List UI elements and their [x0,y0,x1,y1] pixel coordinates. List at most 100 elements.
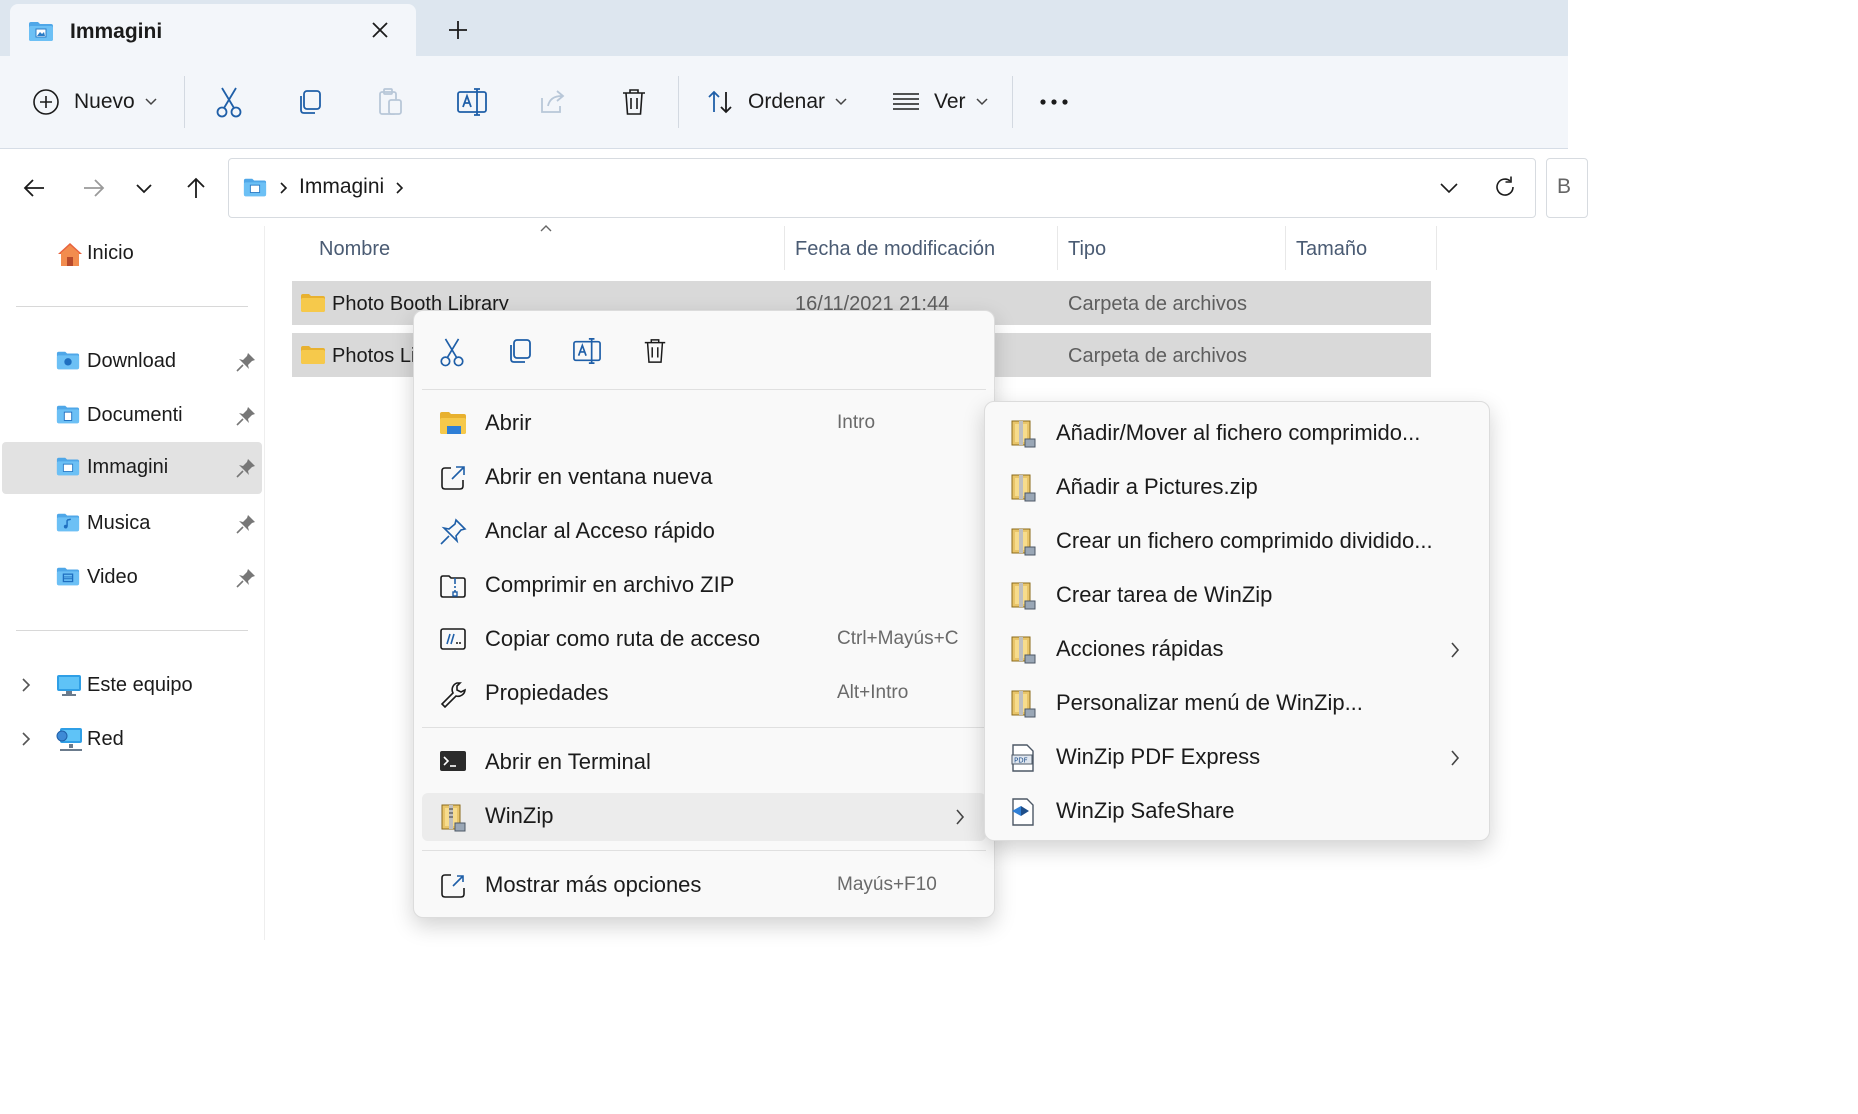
rename-button[interactable] [456,78,488,126]
refresh-icon[interactable] [1493,175,1517,199]
pin-icon[interactable] [236,352,256,372]
winzip-icon [1009,527,1037,557]
rename-icon [456,87,488,117]
menu-item-winzip[interactable]: WinZip [422,793,986,841]
address-bar[interactable]: Immagini [228,158,1536,218]
sidebar-item-immagini[interactable]: Immagini [2,442,262,494]
menu-item-compress-zip[interactable]: Comprimir en archivo ZIP [422,562,986,610]
expand-chevron-icon[interactable] [20,730,32,748]
submenu-item-label: Crear tarea de WinZip [1056,582,1273,607]
pin-icon[interactable] [236,458,256,478]
view-button[interactable]: Ver [892,78,988,126]
paste-icon [376,87,404,117]
pin-icon [439,518,467,546]
monitor-icon [56,673,82,697]
column-header-type[interactable]: Tipo [1068,238,1106,261]
menu-item-shortcut: Alt+Intro [837,682,909,703]
menu-item-open-terminal[interactable]: Abrir en Terminal [422,739,986,787]
winzip-icon [1009,689,1037,719]
sort-button[interactable]: Ordenar [706,78,847,126]
new-tab-plus-icon[interactable] [446,18,470,42]
menu-item-open-new-window[interactable]: Abrir en ventana nueva [422,454,986,502]
menu-item-label: Abrir [485,410,532,435]
tab-immagini[interactable]: Immagini [10,4,416,56]
column-header-name[interactable]: Nombre [319,238,390,261]
chevron-down-icon [835,98,847,106]
trash-icon[interactable] [642,337,670,365]
winzip-submenu: Añadir/Mover al fichero comprimido... Añ… [984,401,1490,841]
sidebar-item-video[interactable]: Video [0,552,262,604]
breadcrumb-chevron-icon[interactable] [279,181,289,195]
column-separator[interactable] [784,226,785,270]
share-button[interactable] [538,78,568,126]
back-arrow-icon[interactable] [22,176,46,200]
pin-icon[interactable] [236,406,256,426]
sidebar-item-musica[interactable]: Musica [0,498,262,550]
menu-item-copy-path[interactable]: Copiar como ruta de acceso Ctrl+Mayús+C [422,616,986,664]
pin-icon[interactable] [236,568,256,588]
expand-chevron-icon[interactable] [20,676,32,694]
search-input[interactable]: B [1546,158,1588,218]
copy-icon[interactable] [506,337,534,365]
address-history-chevron-icon[interactable] [1439,181,1459,195]
paste-button[interactable] [376,78,404,126]
up-arrow-icon[interactable] [184,176,208,200]
menu-item-properties[interactable]: Propiedades Alt+Intro [422,670,986,718]
file-name: Photos Li [332,345,416,367]
more-options-button[interactable] [1038,78,1070,126]
safeshare-icon [1009,797,1037,827]
menu-item-open[interactable]: Abrir Intro [422,400,986,448]
new-button[interactable]: Nuevo [32,78,157,126]
sidebar-item-documenti[interactable]: Documenti [0,390,262,442]
column-separator[interactable] [1285,226,1286,270]
copy-path-icon [439,626,467,652]
pictures-folder-icon [28,20,54,42]
submenu-item-safeshare[interactable]: WinZip SafeShare [993,787,1481,837]
context-menu: Abrir Intro Abrir en ventana nueva Ancla… [413,310,995,918]
copy-button[interactable] [296,78,324,126]
menu-divider [422,850,986,851]
submenu-item-split-archive[interactable]: Crear un fichero comprimido dividido... [993,517,1481,567]
submenu-item-quick-actions[interactable]: Acciones rápidas [993,625,1481,675]
sidebar-item-home[interactable]: Inicio [0,228,262,280]
column-separator[interactable] [1057,226,1058,270]
submenu-item-create-job[interactable]: Crear tarea de WinZip [993,571,1481,621]
submenu-item-label: Añadir/Mover al fichero comprimido... [1056,420,1421,445]
svg-text:PDF: PDF [1014,757,1028,765]
menu-item-shortcut: Mayús+F10 [837,874,937,895]
tab-bar: Immagini [0,0,1568,56]
submenu-item-add-to-zip[interactable]: Añadir a Pictures.zip [993,463,1481,513]
menu-item-pin-quick-access[interactable]: Anclar al Acceso rápido [422,508,986,556]
delete-button[interactable] [620,78,648,126]
chevron-down-icon [145,98,157,106]
scissors-icon [214,86,244,118]
winzip-icon [1009,635,1037,665]
winzip-icon [439,803,467,833]
column-header-size[interactable]: Tamaño [1296,238,1367,261]
sidebar-item-this-pc[interactable]: Este equipo [0,660,262,712]
breadcrumb-immagini[interactable]: Immagini [299,175,384,199]
sidebar-item-download[interactable]: Download [0,336,262,388]
view-label: Ver [934,90,966,113]
menu-item-show-more-options[interactable]: Mostrar más opciones Mayús+F10 [422,862,986,910]
file-type: Carpeta de archivos [1068,345,1247,367]
scissors-icon[interactable] [438,337,466,367]
submenu-item-pdf-express[interactable]: PDF WinZip PDF Express [993,733,1481,783]
cut-button[interactable] [214,78,244,126]
toolbar-divider [678,76,679,128]
rename-icon[interactable] [572,337,601,365]
breadcrumb-chevron-icon[interactable] [395,181,405,195]
pin-icon[interactable] [236,514,256,534]
sort-arrows-icon [706,88,734,116]
submenu-item-customize-menu[interactable]: Personalizar menú de WinZip... [993,679,1481,729]
sidebar-item-network[interactable]: Red [0,714,262,766]
column-separator[interactable] [1436,226,1437,270]
recent-locations-chevron-icon[interactable] [134,176,158,200]
close-icon[interactable] [368,18,392,42]
forward-arrow-icon[interactable] [82,176,106,200]
submenu-item-add-move-archive[interactable]: Añadir/Mover al fichero comprimido... [993,409,1481,459]
sidebar-item-label: Video [87,566,138,588]
column-header-date[interactable]: Fecha de modificación [795,238,995,261]
sidebar-item-label: Immagini [87,456,169,478]
submenu-item-label: Crear un fichero comprimido dividido... [1056,528,1433,553]
